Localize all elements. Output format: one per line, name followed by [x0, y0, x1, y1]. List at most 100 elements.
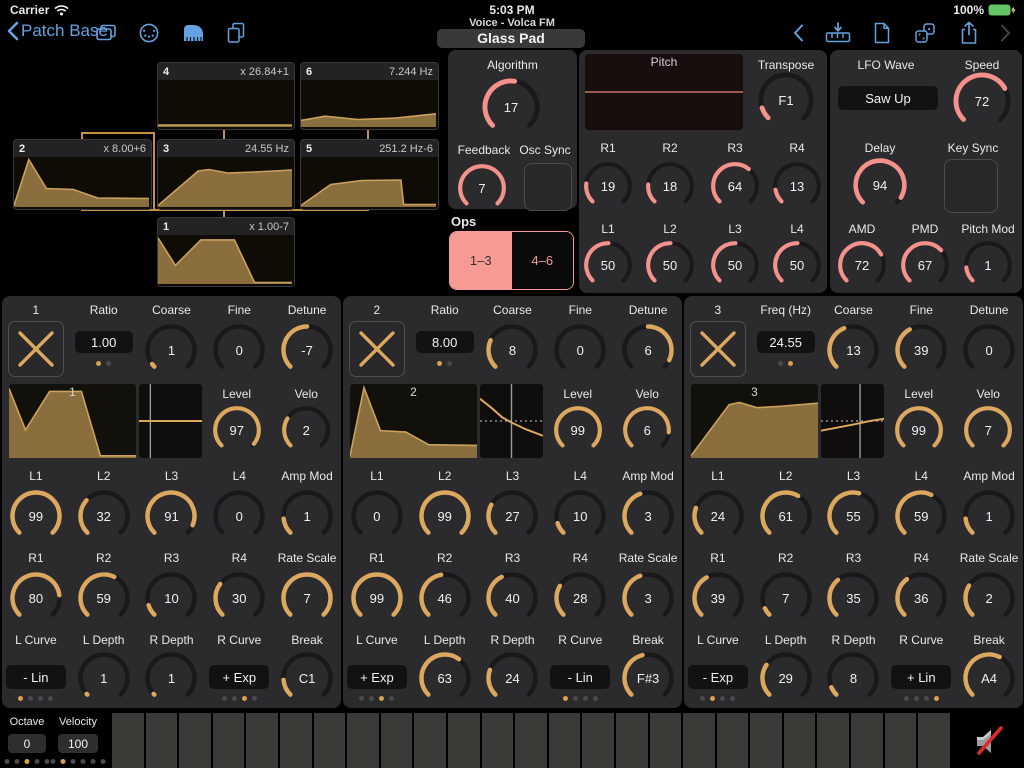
piano-key[interactable]: [918, 713, 950, 768]
r2-knob[interactable]: 59: [76, 570, 132, 626]
document-icon[interactable]: [872, 21, 892, 45]
op-scaling-graph[interactable]: [480, 384, 543, 458]
op-envelope-graph[interactable]: 2: [350, 384, 477, 458]
patch-name-button[interactable]: Glass Pad: [437, 29, 585, 48]
detune-knob[interactable]: 0: [961, 322, 1017, 378]
osc-sync-toggle[interactable]: [524, 163, 572, 211]
share-icon[interactable]: [958, 20, 980, 46]
chevron-right-icon[interactable]: [1000, 23, 1012, 43]
rate-scale-knob[interactable]: 7: [279, 570, 335, 626]
chevron-left-icon[interactable]: [792, 23, 804, 43]
r2-knob[interactable]: 18: [644, 160, 696, 212]
piano-key[interactable]: [650, 713, 682, 768]
fine-knob[interactable]: 0: [211, 322, 267, 378]
r-depth-knob[interactable]: 1: [143, 650, 199, 706]
op-enable-toggle[interactable]: [349, 321, 405, 377]
l-depth-knob[interactable]: 1: [76, 650, 132, 706]
piano-key[interactable]: [885, 713, 917, 768]
break-knob[interactable]: F#3: [620, 650, 676, 706]
r-depth-knob[interactable]: 24: [484, 650, 540, 706]
alg-op-1-thumbnail[interactable]: 1x 1.00-7: [157, 217, 295, 287]
coarse-knob[interactable]: 13: [825, 322, 881, 378]
l1-knob[interactable]: 24: [690, 488, 746, 544]
piano-key[interactable]: [683, 713, 715, 768]
r4-knob[interactable]: 28: [552, 570, 608, 626]
op-enable-toggle[interactable]: [8, 321, 64, 377]
break-knob[interactable]: C1: [279, 650, 335, 706]
r2-knob[interactable]: 46: [417, 570, 473, 626]
l1-knob[interactable]: 0: [349, 488, 405, 544]
alg-op-6-thumbnail[interactable]: 67.244 Hz: [300, 62, 439, 130]
velo-knob[interactable]: 7: [962, 404, 1014, 456]
r3-knob[interactable]: 40: [484, 570, 540, 626]
keyboard-download-icon[interactable]: [824, 21, 852, 45]
piano-key[interactable]: [515, 713, 547, 768]
l2-knob[interactable]: 32: [76, 488, 132, 544]
alg-op-5-thumbnail[interactable]: 5251.2 Hz-6: [300, 139, 439, 210]
r-curve-button[interactable]: - Lin: [550, 665, 610, 689]
l-depth-knob[interactable]: 29: [758, 650, 814, 706]
l3-knob[interactable]: 55: [825, 488, 881, 544]
break-knob[interactable]: A4: [961, 650, 1017, 706]
r3-knob[interactable]: 10: [143, 570, 199, 626]
level-knob[interactable]: 99: [893, 404, 945, 456]
transpose-knob[interactable]: F1: [756, 70, 816, 130]
piano-key[interactable]: [213, 713, 245, 768]
delay-knob[interactable]: 94: [851, 156, 909, 214]
pmd-knob[interactable]: 67: [899, 239, 951, 291]
l4-knob[interactable]: 10: [552, 488, 608, 544]
fine-knob[interactable]: 0: [552, 322, 608, 378]
piano-key[interactable]: [482, 713, 514, 768]
r4-knob[interactable]: 13: [771, 160, 823, 212]
op-envelope-graph[interactable]: 3: [691, 384, 818, 458]
ratio-value-box[interactable]: 8.00: [416, 331, 474, 353]
amd-knob[interactable]: 72: [836, 239, 888, 291]
l3-knob[interactable]: 91: [143, 488, 199, 544]
r1-knob[interactable]: 80: [8, 570, 64, 626]
alg-op-4-thumbnail[interactable]: 4x 26.84+1: [157, 62, 295, 130]
piano-key[interactable]: [851, 713, 883, 768]
r-curve-button[interactable]: + Exp: [209, 665, 269, 689]
l1-knob[interactable]: 50: [582, 239, 634, 291]
ops-segment-1-3[interactable]: 1–3: [450, 232, 512, 289]
l-curve-button[interactable]: - Exp: [688, 665, 748, 689]
r3-knob[interactable]: 35: [825, 570, 881, 626]
coarse-knob[interactable]: 1: [143, 322, 199, 378]
l3-knob[interactable]: 50: [709, 239, 761, 291]
piano-key[interactable]: [179, 713, 211, 768]
r2-knob[interactable]: 7: [758, 570, 814, 626]
r1-knob[interactable]: 99: [349, 570, 405, 626]
rate-scale-knob[interactable]: 3: [620, 570, 676, 626]
detune-knob[interactable]: 6: [620, 322, 676, 378]
l4-knob[interactable]: 50: [771, 239, 823, 291]
level-knob[interactable]: 99: [552, 404, 604, 456]
velo-knob[interactable]: 6: [621, 404, 673, 456]
r-curve-button[interactable]: + Lin: [891, 665, 951, 689]
r-depth-knob[interactable]: 8: [825, 650, 881, 706]
piano-key[interactable]: [246, 713, 278, 768]
piano-key[interactable]: [381, 713, 413, 768]
freq-hz-value-box[interactable]: 24.55: [757, 331, 815, 353]
dice-icon[interactable]: [912, 21, 938, 45]
ratio-value-box[interactable]: 1.00: [75, 331, 133, 353]
op-enable-toggle[interactable]: [690, 321, 746, 377]
velo-knob[interactable]: 2: [280, 404, 332, 456]
speed-knob[interactable]: 72: [951, 70, 1013, 132]
l2-knob[interactable]: 61: [758, 488, 814, 544]
piano-key[interactable]: [112, 713, 144, 768]
op-scaling-graph[interactable]: [139, 384, 202, 458]
r4-knob[interactable]: 36: [893, 570, 949, 626]
key-sync-toggle[interactable]: [944, 159, 998, 213]
level-knob[interactable]: 97: [211, 404, 263, 456]
piano-key[interactable]: [280, 713, 312, 768]
l2-knob[interactable]: 50: [644, 239, 696, 291]
piano-key[interactable]: [717, 713, 749, 768]
r1-knob[interactable]: 19: [582, 160, 634, 212]
r1-knob[interactable]: 39: [690, 570, 746, 626]
pitch-mod-knob[interactable]: 1: [962, 239, 1014, 291]
piano-key[interactable]: [549, 713, 581, 768]
piano-key[interactable]: [750, 713, 782, 768]
feedback-knob[interactable]: 7: [456, 162, 508, 214]
speaker-muted-icon[interactable]: [968, 722, 1010, 767]
piano-key[interactable]: [784, 713, 816, 768]
